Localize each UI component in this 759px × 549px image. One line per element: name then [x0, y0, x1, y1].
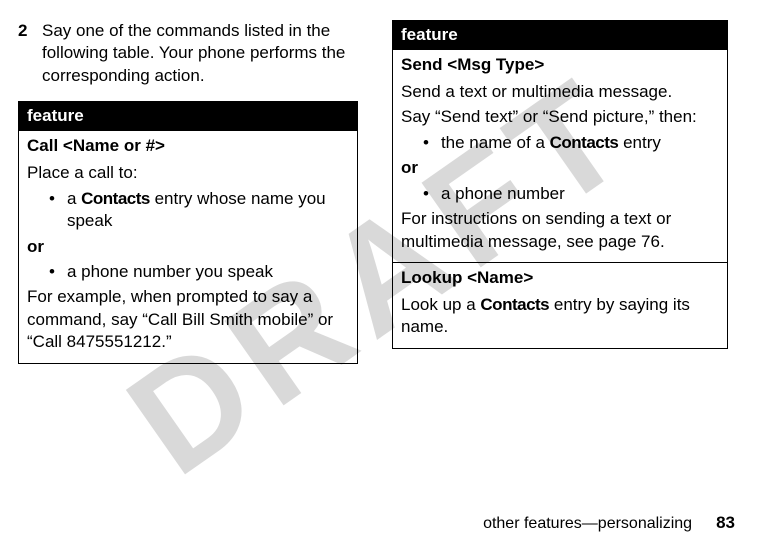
step-text: Say one of the commands listed in the fo…	[42, 20, 358, 87]
table-header: feature	[19, 102, 357, 131]
bullet-text: the name of a Contacts entry	[441, 132, 661, 154]
list-item: • a phone number	[423, 183, 719, 205]
or-separator: or	[27, 236, 349, 258]
bullet-text: a phone number	[441, 183, 565, 205]
row-line1: Send a text or multimedia message.	[401, 81, 719, 103]
row-intro: Place a call to:	[27, 162, 349, 184]
table-row: Call <Name or #> Place a call to: • a Co…	[19, 131, 357, 362]
bullet-list: • the name of a Contacts entry	[423, 132, 719, 154]
row-title: Lookup <Name>	[401, 267, 719, 290]
bullet-icon: •	[49, 188, 55, 233]
footer-section: other features—personalizing	[483, 515, 692, 533]
row-line: Look up a Contacts entry by saying its n…	[401, 294, 719, 339]
row-title: Call <Name or #>	[27, 135, 349, 158]
bullet-icon: •	[423, 183, 429, 205]
left-column: 2 Say one of the commands listed in the …	[18, 20, 358, 489]
list-item: • a Contacts entry whose name you speak	[49, 188, 349, 233]
bullet-list: • a phone number	[423, 183, 719, 205]
list-item: • the name of a Contacts entry	[423, 132, 719, 154]
step-2: 2 Say one of the commands listed in the …	[18, 20, 358, 87]
right-column: feature Send <Msg Type> Send a text or m…	[392, 20, 728, 489]
row-after: For instructions on sending a text or mu…	[401, 208, 719, 253]
bullet-text: a phone number you speak	[67, 261, 273, 283]
table-row: Lookup <Name> Look up a Contacts entry b…	[393, 262, 727, 348]
table-row: Send <Msg Type> Send a text or multimedi…	[393, 50, 727, 262]
list-item: • a phone number you speak	[49, 261, 349, 283]
bullet-text: a Contacts entry whose name you speak	[67, 188, 349, 233]
table-header: feature	[393, 21, 727, 50]
row-example: For example, when prompted to say a comm…	[27, 286, 349, 353]
page-footer: other features—personalizing 83	[483, 513, 735, 533]
feature-table-left: feature Call <Name or #> Place a call to…	[18, 101, 358, 363]
bullet-list: • a Contacts entry whose name you speak	[49, 188, 349, 233]
page-content: 2 Say one of the commands listed in the …	[18, 20, 735, 489]
feature-table-right: feature Send <Msg Type> Send a text or m…	[392, 20, 728, 349]
bullet-icon: •	[49, 261, 55, 283]
row-title: Send <Msg Type>	[401, 54, 719, 77]
row-line2: Say “Send text” or “Send picture,” then:	[401, 106, 719, 128]
page-number: 83	[716, 513, 735, 533]
bullet-list: • a phone number you speak	[49, 261, 349, 283]
or-separator: or	[401, 157, 719, 179]
bullet-icon: •	[423, 132, 429, 154]
step-number: 2	[18, 20, 28, 87]
